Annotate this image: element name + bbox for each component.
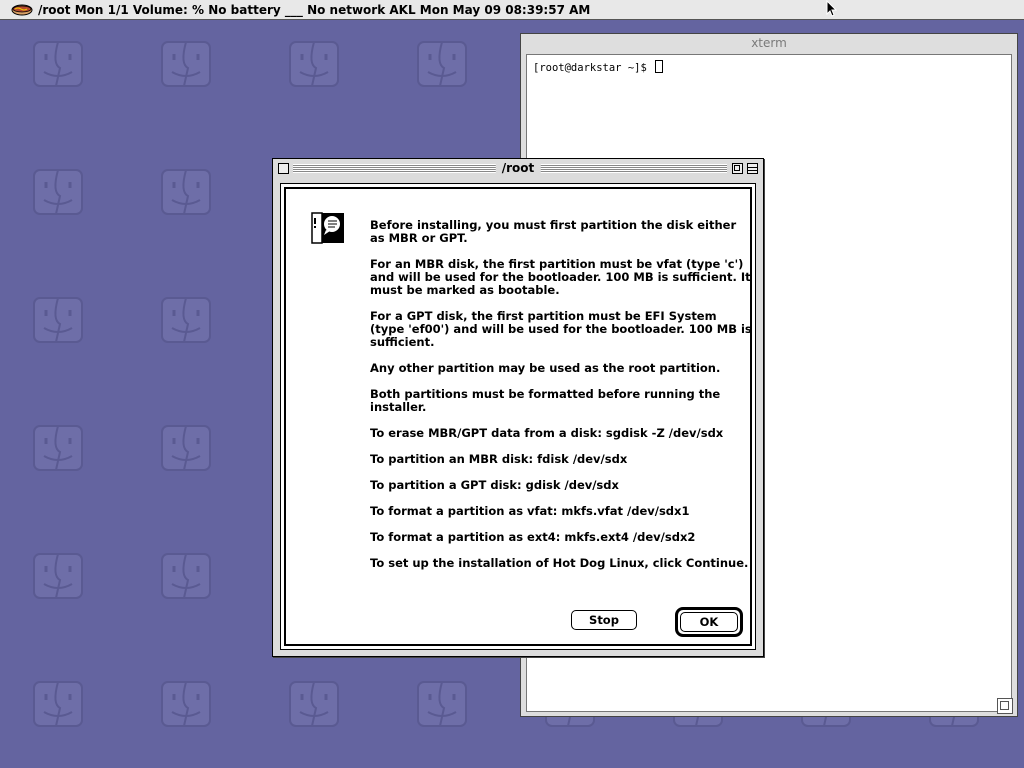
menu-bar: /root Mon 1/1 Volume: % No battery ___ N… xyxy=(0,0,1024,20)
message-paragraph: To partition an MBR disk: fdisk /dev/sdx xyxy=(370,452,628,466)
desktop-pattern-icon xyxy=(33,553,83,599)
desktop-pattern-icon xyxy=(161,297,211,343)
message-paragraph: To erase MBR/GPT data from a disk: sgdis… xyxy=(370,426,724,440)
desktop-pattern-icon xyxy=(33,681,83,727)
desktop-pattern-icon xyxy=(289,41,339,87)
stop-button[interactable]: Stop xyxy=(571,610,637,630)
desktop-pattern-icon xyxy=(289,681,339,727)
message-paragraph: Both partitions must be formatted before… xyxy=(370,387,721,414)
desktop-pattern-icon xyxy=(161,681,211,727)
dialog-titlebar[interactable]: /root xyxy=(273,159,763,178)
desktop-pattern-icon xyxy=(417,41,467,87)
desktop-pattern-icon xyxy=(161,41,211,87)
message-paragraph: Any other partition may be used as the r… xyxy=(370,361,721,375)
default-button-ring: OK xyxy=(675,607,743,637)
dialog-inner-frame: Before installing, you must first partit… xyxy=(284,187,752,646)
terminal-prompt: [root@darkstar ~]$ xyxy=(533,60,664,74)
desktop-pattern-icon xyxy=(33,41,83,87)
mouse-cursor-icon xyxy=(826,0,838,17)
dialog-message: Before installing, you must first partit… xyxy=(370,219,754,583)
dialog-title: /root xyxy=(495,160,541,177)
zoom-box-icon[interactable] xyxy=(732,163,743,174)
desktop-pattern-icon xyxy=(161,553,211,599)
close-box-icon[interactable] xyxy=(278,163,289,174)
resize-handle-icon[interactable] xyxy=(997,698,1013,714)
desktop-pattern-icon xyxy=(33,297,83,343)
desktop-pattern-icon xyxy=(161,425,211,471)
dialog-body: Before installing, you must first partit… xyxy=(280,183,756,650)
text-cursor xyxy=(655,60,664,73)
menu-status-text: /root Mon 1/1 Volume: % No battery ___ N… xyxy=(38,2,591,17)
message-paragraph: To format a partition as ext4: mkfs.ext4… xyxy=(370,530,696,544)
message-paragraph: Before installing, you must first partit… xyxy=(370,218,737,245)
message-paragraph: To set up the installation of Hot Dog Li… xyxy=(370,556,749,570)
message-paragraph: For an MBR disk, the first partition mus… xyxy=(370,257,751,297)
desktop-pattern-icon xyxy=(33,425,83,471)
xterm-title[interactable]: xterm xyxy=(521,34,1017,53)
desktop-pattern-icon xyxy=(33,169,83,215)
ok-button[interactable]: OK xyxy=(680,612,738,632)
message-paragraph: To partition a GPT disk: gdisk /dev/sdx xyxy=(370,478,619,492)
message-paragraph: To format a partition as vfat: mkfs.vfat… xyxy=(370,504,690,518)
desktop-pattern-icon xyxy=(417,681,467,727)
message-paragraph: For a GPT disk, the first partition must… xyxy=(370,309,752,349)
prompt-text: [root@darkstar ~]$ xyxy=(533,62,647,74)
note-icon xyxy=(311,212,344,244)
root-dialog-window: /root Before installing, you must first … xyxy=(272,158,764,657)
hotdog-icon[interactable] xyxy=(10,0,34,19)
desktop-pattern-icon xyxy=(161,169,211,215)
collapse-box-icon[interactable] xyxy=(747,163,758,174)
